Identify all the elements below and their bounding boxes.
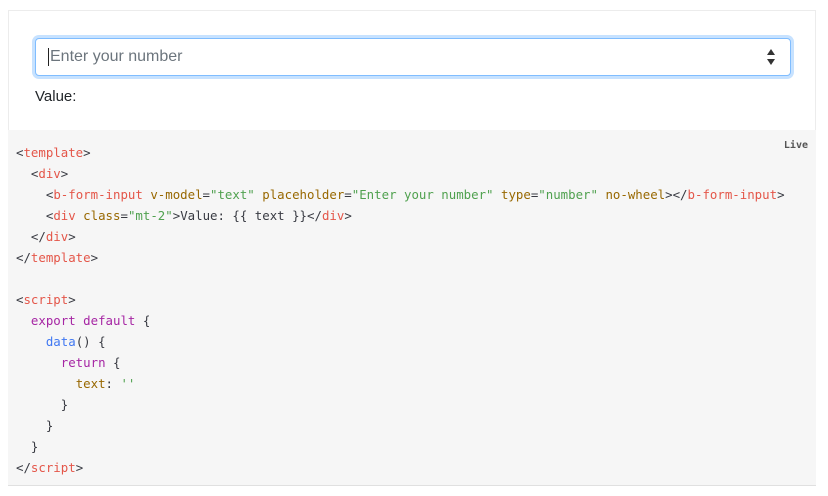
code-line: </script> <box>16 460 83 475</box>
code-token: "mt-2" <box>127 208 173 223</box>
code-token: } <box>16 418 54 433</box>
code-token: return <box>60 355 106 370</box>
code-token: div <box>38 166 61 181</box>
code-token: > <box>60 166 69 181</box>
code-token: template <box>23 145 84 160</box>
code-token: div <box>53 208 76 223</box>
code-line: export default { <box>16 313 150 328</box>
code-token: div <box>321 208 345 223</box>
code-token: </ <box>307 208 322 223</box>
code-token: </ <box>16 250 31 265</box>
code-token: "Enter your number" <box>351 187 494 202</box>
code-token: </ <box>30 229 46 244</box>
text-cursor <box>48 48 49 66</box>
code-token: > <box>344 208 352 223</box>
code-token: Value: {{ text }} <box>180 208 308 223</box>
code-token: } <box>16 397 69 412</box>
live-badge: Live <box>783 140 808 151</box>
code-token: = <box>120 208 128 223</box>
spinner-up-icon[interactable] <box>767 49 775 55</box>
code-token: "text" <box>210 187 255 202</box>
code-line: } <box>16 397 68 412</box>
code-token: default <box>83 313 136 328</box>
code-token: '' <box>120 376 136 391</box>
code-line: } <box>16 418 53 433</box>
code-line: </div> <box>16 229 76 244</box>
code-token: = <box>202 187 210 202</box>
example-preview: Enter your number Value: <box>8 10 816 130</box>
code-token: script <box>23 292 69 307</box>
number-spinner[interactable] <box>766 48 776 66</box>
spinner-down-icon[interactable] <box>767 59 775 65</box>
code-token: v-model <box>150 187 203 202</box>
code-token: data <box>45 334 76 349</box>
code-token: no-wheel <box>605 187 666 202</box>
code-line: data() { <box>16 334 106 349</box>
code-line: } <box>16 439 38 454</box>
code-content[interactable]: <template> <div> <b-form-input v-model="… <box>16 142 785 478</box>
code-token: b-form-input <box>53 187 143 202</box>
code-line: <div class="mt-2">Value: {{ text }}</div… <box>16 208 352 223</box>
code-token: </ <box>16 460 31 475</box>
code-token: } <box>16 439 39 454</box>
code-token: b-form-input <box>687 187 778 202</box>
code-token: () { <box>75 334 106 349</box>
code-token: { <box>105 355 121 370</box>
code-token: = <box>344 187 352 202</box>
code-line: </template> <box>16 250 98 265</box>
code-line: <b-form-input v-model="text" placeholder… <box>16 187 785 202</box>
code-token: > <box>68 229 76 244</box>
code-token: div <box>45 229 69 244</box>
value-output: Value: <box>35 88 77 105</box>
code-line: <div> <box>16 166 68 181</box>
code-block[interactable]: Live <template> <div> <b-form-input v-mo… <box>8 130 816 486</box>
code-token: > <box>777 187 785 202</box>
code-token: { <box>135 313 151 328</box>
code-token: : <box>105 376 121 391</box>
code-token: text <box>75 376 106 391</box>
code-token: > <box>90 250 99 265</box>
number-input-placeholder: Enter your number <box>50 48 183 65</box>
code-token: > <box>83 145 91 160</box>
code-token: > <box>68 292 76 307</box>
code-token: class <box>83 208 121 223</box>
code-line: <template> <box>16 145 91 160</box>
code-token: template <box>30 250 91 265</box>
code-token: script <box>30 460 76 475</box>
code-token: > <box>75 460 84 475</box>
code-line: text: '' <box>16 376 136 391</box>
code-token: ></ <box>665 187 688 202</box>
code-line: return { <box>16 355 121 370</box>
code-token: type <box>500 187 531 202</box>
code-token: placeholder <box>262 187 345 202</box>
code-token: export <box>30 313 76 328</box>
number-input[interactable]: Enter your number <box>35 38 791 76</box>
code-token: "number" <box>538 187 598 202</box>
code-line: <script> <box>16 292 76 307</box>
